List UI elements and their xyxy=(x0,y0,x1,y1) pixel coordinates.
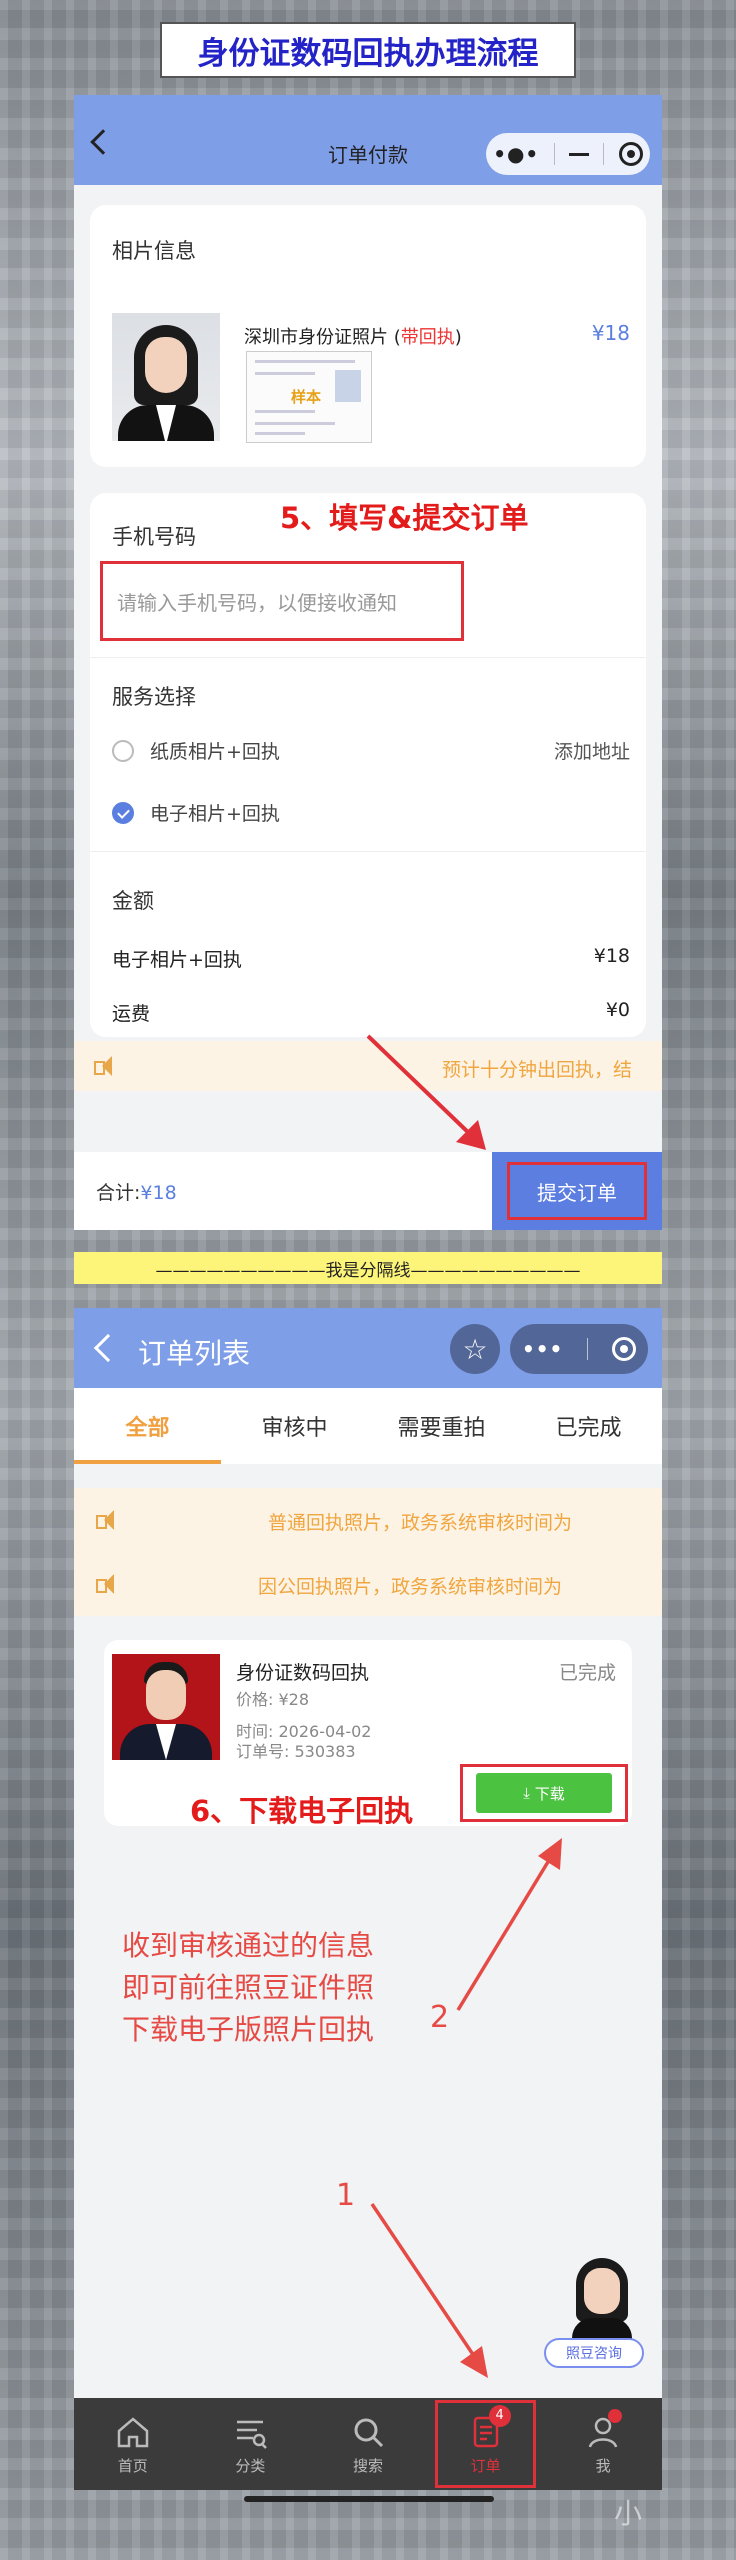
order-form-card: 手机号码 5、填写&提交订单 请输入手机号码，以便接收通知 服务选择 纸质相片+… xyxy=(90,493,646,1037)
photo-info-card: 相片信息 深圳市身份证照片 (带回执) ¥18 样本 xyxy=(90,205,646,467)
order-icon: 4 xyxy=(467,2404,511,2451)
back-arrow-icon[interactable] xyxy=(93,1333,123,1363)
radio-checked-icon[interactable] xyxy=(112,801,134,824)
speaker-icon xyxy=(96,1509,118,1531)
submit-order-button[interactable]: 提交订单 xyxy=(492,1152,662,1230)
pointer-arrow-icon xyxy=(456,1838,562,2011)
user-icon xyxy=(584,2408,623,2451)
consult-floating-button[interactable]: 照豆咨询 xyxy=(544,2258,654,2378)
search-icon xyxy=(354,2418,384,2447)
notice-text: 普通回执照片，政务系统审核时间为 xyxy=(268,1512,573,1534)
phone-label: 手机号码 xyxy=(112,525,196,549)
home-icon xyxy=(117,2416,149,2447)
nav-bar: 订单列表 ☆ ••• xyxy=(74,1308,662,1388)
order-card[interactable]: 身份证数码回执 已完成 价格: ¥28 时间: 2026-04-02 订单号: … xyxy=(104,1640,632,1828)
amount-row-value: ¥18 xyxy=(593,945,630,967)
capsule-divider xyxy=(553,143,555,165)
tabbar-category[interactable]: 分类 xyxy=(192,2398,310,2490)
home-indicator xyxy=(244,2496,494,2502)
option-paper[interactable]: 纸质相片+回执 xyxy=(112,737,280,764)
tabbar-search[interactable]: 搜索 xyxy=(309,2398,427,2490)
watermark: 小 xyxy=(614,2497,643,2530)
product-name: 深圳市身份证照片 (带回执) xyxy=(244,327,462,348)
section-title: 相片信息 xyxy=(112,239,196,263)
order-badge: 4 xyxy=(488,2404,511,2427)
portrait-photo xyxy=(112,313,220,441)
page-title-banner: 身份证数码回执办理流程 xyxy=(160,22,576,78)
order-title: 身份证数码回执 xyxy=(236,1662,370,1684)
instruction-line: 即可前往照豆证件照 xyxy=(122,1971,375,2004)
order-tabs: 全部 审核中 需要重拍 已完成 xyxy=(74,1388,662,1464)
tab-all[interactable]: 全部 xyxy=(74,1388,221,1464)
amount-label: 金额 xyxy=(112,889,154,913)
miniapp-capsule: ••• xyxy=(510,1324,648,1374)
capsule-divider xyxy=(603,143,605,165)
star-icon[interactable]: ☆ xyxy=(450,1324,500,1374)
phone-input[interactable]: 请输入手机号码，以便接收通知 xyxy=(100,561,464,641)
notice-bar: 普通回执照片，政务系统审核时间为 xyxy=(74,1488,662,1552)
miniapp-capsule: •●• xyxy=(486,133,650,175)
order-number: 订单号: 530383 xyxy=(236,1742,356,1761)
divider xyxy=(90,851,646,852)
nav-bar: 订单付款 •●• xyxy=(74,95,662,185)
option-electronic[interactable]: 电子相片+回执 xyxy=(112,799,280,826)
tabbar-me[interactable]: 我 xyxy=(544,2398,662,2490)
product-price: ¥18 xyxy=(591,321,630,345)
nav-title: 订单列表 xyxy=(138,1337,251,1370)
receipt-sample-image: 样本 xyxy=(246,351,372,443)
service-label: 服务选择 xyxy=(112,685,196,709)
more-dots-icon[interactable]: •●• xyxy=(493,142,539,166)
tab-reviewing[interactable]: 审核中 xyxy=(221,1388,368,1464)
assistant-avatar xyxy=(572,2258,632,2340)
pointer-arrow-icon xyxy=(366,1034,486,1150)
page-title: 身份证数码回执办理流程 xyxy=(197,35,539,72)
consult-label: 照豆咨询 xyxy=(544,2338,644,2368)
pointer-arrow-icon xyxy=(370,2203,488,2378)
sample-stamp: 样本 xyxy=(291,388,322,406)
total-amount: 合计:¥18 xyxy=(96,1182,177,1204)
bottom-tabbar: 首页 分类 搜索 4 订单 我 xyxy=(74,2398,662,2490)
step-6-annotation: 6、下载电子回执 xyxy=(190,1794,414,1828)
step-marker-2: 2 xyxy=(430,2000,450,2035)
radio-unchecked-icon[interactable] xyxy=(112,739,134,762)
tab-retake[interactable]: 需要重拍 xyxy=(368,1388,515,1464)
separator-bar: ——————————我是分隔线—————————— xyxy=(74,1252,662,1284)
download-button[interactable]: ⤓ 下载 xyxy=(476,1773,612,1813)
download-icon: ⤓ xyxy=(523,1784,535,1802)
download-highlight: ⤓ 下载 xyxy=(460,1764,628,1822)
order-status: 已完成 xyxy=(558,1662,616,1684)
notice-text: 因公回执照片，政务系统审核时间为 xyxy=(258,1576,563,1598)
checkout-bar: 合计:¥18 提交订单 xyxy=(74,1152,662,1230)
tabbar-order[interactable]: 4 订单 xyxy=(427,2398,545,2490)
shipping-label: 运费 xyxy=(112,1003,151,1025)
close-target-icon[interactable] xyxy=(618,142,643,166)
step-marker-1: 1 xyxy=(336,2178,356,2213)
order-price: 价格: ¥28 xyxy=(236,1690,310,1709)
instruction-line: 收到审核通过的信息 xyxy=(122,1929,375,1962)
step-5-annotation: 5、填写&提交订单 xyxy=(280,501,529,535)
more-dots-icon[interactable]: ••• xyxy=(522,1337,563,1361)
notification-dot xyxy=(608,2408,623,2423)
category-icon xyxy=(237,2420,268,2449)
notice-bar: 因公回执照片，政务系统审核时间为 xyxy=(74,1552,662,1616)
divider xyxy=(90,657,646,658)
tab-completed[interactable]: 已完成 xyxy=(515,1388,662,1464)
amount-row-label: 电子相片+回执 xyxy=(112,949,242,971)
shipping-value: ¥0 xyxy=(605,999,630,1021)
speaker-icon xyxy=(94,1055,116,1077)
order-photo-thumbnail xyxy=(112,1654,220,1760)
tabbar-home[interactable]: 首页 xyxy=(74,2398,192,2490)
speaker-icon xyxy=(96,1573,118,1595)
add-address-link[interactable]: 添加地址 xyxy=(554,737,630,764)
capsule-divider xyxy=(587,1338,589,1360)
close-target-icon[interactable] xyxy=(612,1337,637,1361)
minimize-icon[interactable] xyxy=(569,152,589,156)
instruction-line: 下载电子版照片回执 xyxy=(122,2013,375,2046)
